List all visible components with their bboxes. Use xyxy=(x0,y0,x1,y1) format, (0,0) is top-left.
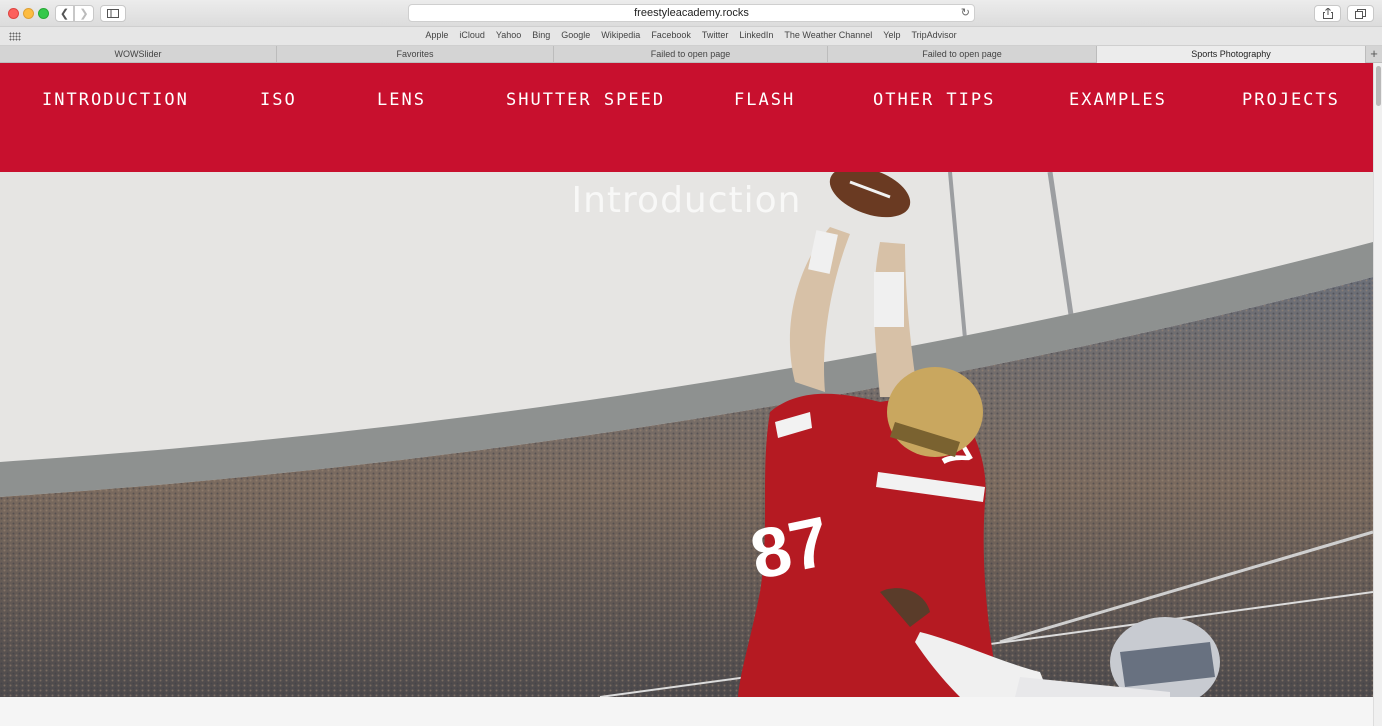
tabs-overview-icon xyxy=(1355,8,1366,19)
tab-wowslider[interactable]: WOWSlider xyxy=(0,46,277,63)
window-zoom-button[interactable] xyxy=(38,8,49,19)
nav-iso[interactable]: ISO xyxy=(260,90,297,110)
nav-flash[interactable]: FLASH xyxy=(734,90,795,110)
title-bar: ❮ ❯ freestyleacademy.rocks ↻ xyxy=(0,0,1382,27)
bookmark-link[interactable]: LinkedIn xyxy=(734,30,779,40)
window-minimize-button[interactable] xyxy=(23,8,34,19)
tab-bar: WOWSlider Favorites Failed to open page … xyxy=(0,46,1382,63)
bookmark-link[interactable]: Twitter xyxy=(696,30,734,40)
bookmark-link[interactable]: Google xyxy=(556,30,596,40)
nav-shutter-speed[interactable]: SHUTTER SPEED xyxy=(506,90,665,110)
nav-lens[interactable]: LENS xyxy=(377,90,426,110)
bookmarks-bar: Apple iCloud Yahoo Bing Google Wikipedia… xyxy=(0,27,1382,46)
site-nav: INTRODUCTION ISO LENS SHUTTER SPEED FLAS… xyxy=(0,63,1373,172)
tab-favorites[interactable]: Favorites xyxy=(277,46,554,63)
plus-icon[interactable]: + xyxy=(1366,46,1382,63)
nav-introduction[interactable]: INTRODUCTION xyxy=(42,90,189,110)
forward-button[interactable]: ❯ xyxy=(74,5,94,22)
back-button[interactable]: ❮ xyxy=(55,5,74,22)
tabs-overview-button[interactable] xyxy=(1347,5,1374,22)
sidebar-icon xyxy=(107,9,119,18)
bookmark-link[interactable]: Yahoo xyxy=(490,30,526,40)
reload-icon[interactable]: ↻ xyxy=(961,5,970,21)
window-close-button[interactable] xyxy=(8,8,19,19)
share-button[interactable] xyxy=(1314,5,1341,22)
hero-image: 87 87 Introduction xyxy=(0,172,1373,697)
bookmark-link[interactable]: TripAdvisor xyxy=(906,30,962,40)
scroll-thumb[interactable] xyxy=(1376,66,1381,106)
bookmark-link[interactable]: Apple xyxy=(420,30,454,40)
share-icon xyxy=(1322,8,1333,19)
tab-failed-1[interactable]: Failed to open page xyxy=(554,46,828,63)
bookmark-link[interactable]: Yelp xyxy=(878,30,906,40)
tab-failed-2[interactable]: Failed to open page xyxy=(828,46,1097,63)
browser-chrome: ❮ ❯ freestyleacademy.rocks ↻ Apple iClou… xyxy=(0,0,1382,63)
url-text: freestyleacademy.rocks xyxy=(634,7,749,19)
hero-title: Introduction xyxy=(571,180,802,221)
nav-projects[interactable]: PROJECTS xyxy=(1242,90,1340,110)
nav-examples[interactable]: EXAMPLES xyxy=(1069,90,1167,110)
football-photo: 87 87 xyxy=(0,172,1373,697)
tab-sports-photography[interactable]: Sports Photography xyxy=(1097,46,1366,63)
bookmark-link[interactable]: Wikipedia xyxy=(596,30,646,40)
nav-other-tips[interactable]: OTHER TIPS xyxy=(873,90,995,110)
bookmark-link[interactable]: The Weather Channel xyxy=(779,30,878,40)
bookmarks-list: Apple iCloud Yahoo Bing Google Wikipedia… xyxy=(0,30,1382,40)
jersey-number-front: 87 xyxy=(744,502,836,594)
page-scrollbar[interactable] xyxy=(1373,63,1382,726)
bookmark-link[interactable]: Facebook xyxy=(646,30,697,40)
sidebar-button[interactable] xyxy=(100,5,126,22)
web-page: INTRODUCTION ISO LENS SHUTTER SPEED FLAS… xyxy=(0,63,1373,726)
chevron-right-icon: ❯ xyxy=(79,8,89,20)
chevron-left-icon: ❮ xyxy=(59,8,70,20)
address-bar[interactable]: freestyleacademy.rocks ↻ xyxy=(408,4,975,22)
bookmark-link[interactable]: iCloud xyxy=(454,30,491,40)
bookmark-link[interactable]: Bing xyxy=(527,30,556,40)
